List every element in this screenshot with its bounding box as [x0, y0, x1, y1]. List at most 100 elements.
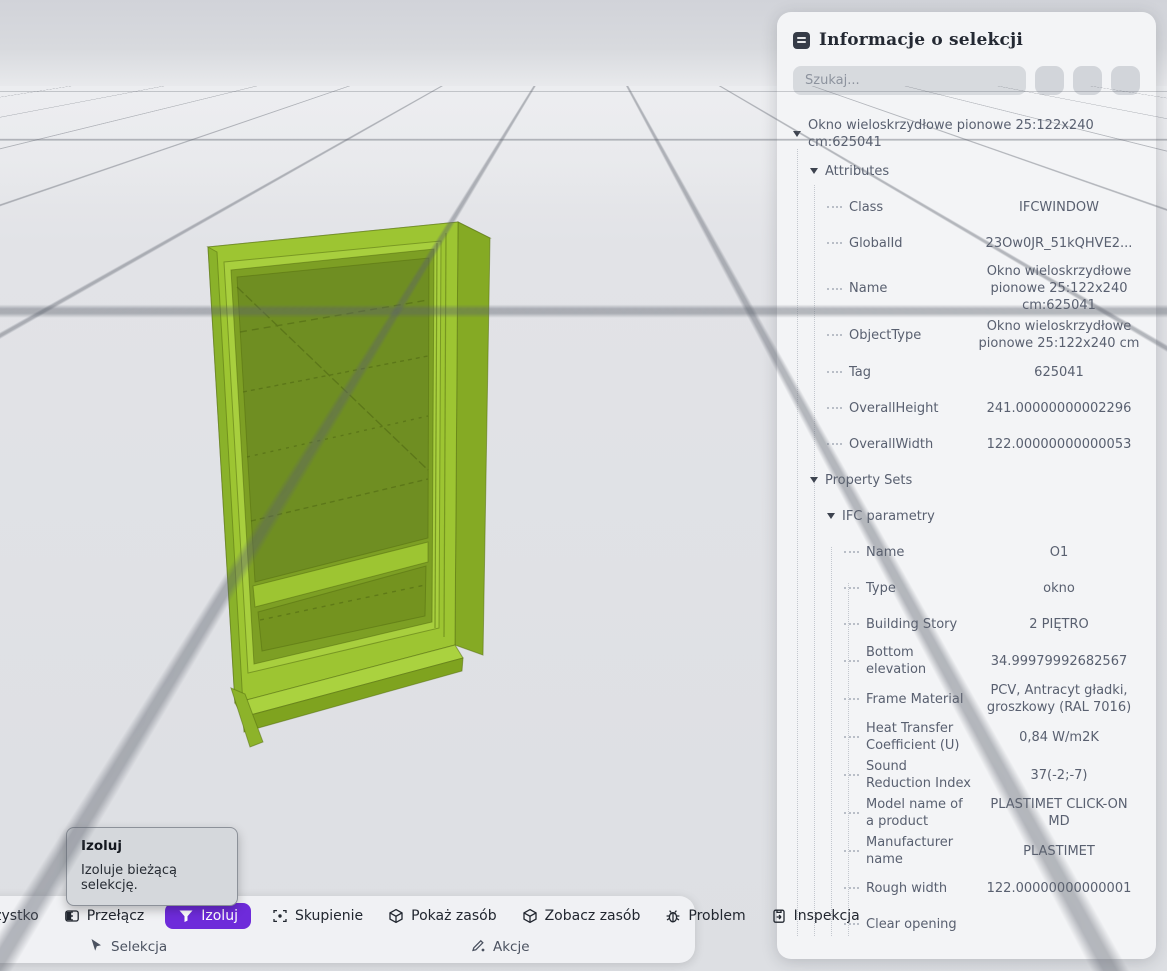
toolbar-button-wszystko[interactable]: Wszystko — [0, 903, 43, 929]
toolbar-button-skupienie[interactable]: Skupienie — [268, 903, 367, 929]
tree-property-row[interactable]: Typeokno — [793, 570, 1140, 606]
tree-row-label-area: Type — [844, 580, 978, 597]
toolbar-button-izoluj[interactable]: Izoluj — [165, 903, 251, 929]
tree-row-label-area: Building Story — [844, 616, 978, 633]
toolbar-button-selekcja[interactable]: Selekcja — [88, 937, 167, 957]
tree-row-label-area: Name — [844, 544, 978, 561]
tree-connector — [844, 698, 859, 700]
toolbar-button-label: Inspekcja — [794, 908, 860, 924]
clipboard-icon — [771, 908, 787, 924]
toolbar-button-inspekcja[interactable]: Inspekcja — [767, 903, 864, 929]
tree-property-row[interactable]: Frame MaterialPCV, Antracyt gładki, gros… — [793, 680, 1140, 718]
panel-action-button-1[interactable] — [1035, 66, 1064, 95]
tree-row-label-area: Clear opening — [844, 916, 978, 933]
tree-connector — [827, 407, 842, 409]
tree-property-row[interactable]: Sound Reduction Index 37(-2;-7) — [793, 756, 1140, 794]
cube-icon — [522, 908, 538, 924]
tree-row-label-area: Property Sets — [810, 472, 1140, 489]
tree-row-label-area: Okno wieloskrzydłowe pionowe 25:122x240 … — [793, 117, 1140, 151]
tree-row-label-area: OverallHeight — [827, 400, 978, 417]
tree-row-label: Property Sets — [825, 472, 912, 489]
toolbar-button-przelacz[interactable]: Przełącz — [60, 903, 149, 929]
tree-row-label: OverallHeight — [849, 400, 938, 417]
tree-property-row[interactable]: OverallWidth 122.00000000000053 — [793, 426, 1140, 462]
panel-action-button-2[interactable] — [1073, 66, 1102, 95]
toolbar-button-label: Przełącz — [87, 908, 145, 924]
tree-row-value: 2 PIĘTRO — [978, 616, 1140, 633]
tree-property-row[interactable]: Bottom elevation34.99979992682567 — [793, 642, 1140, 680]
tree-row-value: O1 — [978, 544, 1140, 561]
selection-info-panel: Informacje o selekcji Okno wieloskrzydło… — [777, 12, 1156, 959]
tree-property-row[interactable]: Tag625041 — [793, 354, 1140, 390]
toolbar-button-label: Akcje — [493, 939, 530, 955]
tree-row-label: IFC parametry — [842, 508, 935, 525]
tree-property-row[interactable]: OverallHeight241.00000000002296 — [793, 390, 1140, 426]
focus-icon — [272, 908, 288, 924]
search-input[interactable] — [793, 66, 1026, 95]
toolbar-button-label: Wszystko — [0, 908, 39, 924]
tree-property-row[interactable]: Manufacturer name PLASTIMET — [793, 832, 1140, 870]
tree-property-row[interactable]: ObjectType Okno wieloskrzydłowe pionowe 2… — [793, 316, 1140, 354]
tree-row-value: 37(-2;-7) — [978, 767, 1140, 784]
tree-property-row[interactable]: Rough width122.00000000000001 — [793, 870, 1140, 906]
chevron-down-icon[interactable] — [793, 131, 801, 137]
chevron-down-icon[interactable] — [810, 477, 818, 483]
tree-row-label: Name — [866, 544, 904, 561]
tree-row-label-area: Rough width — [844, 880, 978, 897]
tree-property-row[interactable]: Model name of a productPLASTIMET CLICK-O… — [793, 794, 1140, 832]
tree-row-label: Clear opening — [866, 916, 957, 933]
tree-row-value: 122.00000000000053 — [978, 436, 1140, 453]
toolbar-button-label: Selekcja — [111, 939, 167, 955]
toolbar-button-label: Pokaż zasób — [411, 908, 496, 924]
chevron-down-icon[interactable] — [827, 513, 835, 519]
tree-row-value: Okno wieloskrzydłowe pionowe 25:122x240 … — [978, 263, 1140, 314]
tree-row-label-area: Sound Reduction Index — [844, 758, 978, 792]
tree-row-value: 0,84 W/m2K — [978, 729, 1140, 746]
tree-row-label: ObjectType — [849, 327, 921, 344]
tree-row-value: 34.99979992682567 — [978, 653, 1140, 670]
tree-branch-row[interactable]: Okno wieloskrzydłowe pionowe 25:122x240 … — [793, 115, 1140, 153]
toolbar-button-problem[interactable]: Problem — [661, 903, 749, 929]
tree-row-label: Sound Reduction Index — [866, 758, 972, 792]
tree-connector — [827, 242, 842, 244]
tree-row-label-area: ObjectType — [827, 327, 978, 344]
tree-property-row[interactable]: NameOkno wieloskrzydłowe pionowe 25:122x… — [793, 261, 1140, 316]
tree-property-row[interactable]: Name O1 — [793, 534, 1140, 570]
tree-row-label: Model name of a product — [866, 796, 972, 830]
tree-row-label: Okno wieloskrzydłowe pionowe 25:122x240 … — [808, 117, 1134, 151]
tree-row-label: OverallWidth — [849, 436, 933, 453]
tree-connector — [844, 887, 859, 889]
tooltip-description: Izoluje bieżącą selekcję. — [81, 863, 223, 893]
tree-connector — [844, 812, 859, 814]
tree-connector — [844, 774, 859, 776]
tree-branch-row[interactable]: IFC parametry — [793, 498, 1140, 534]
chevron-down-icon[interactable] — [810, 168, 818, 174]
toolbar-button-akcje[interactable]: Akcje — [470, 937, 530, 957]
bottom-toolbar: Wszystko Przełącz Izoluj Skupienie Pokaż zas… — [0, 896, 695, 963]
tree-row-label: Tag — [849, 364, 871, 381]
tree-row-value: 122.00000000000001 — [978, 880, 1140, 897]
tree-property-row[interactable]: Heat Transfer Coefficient (U)0,84 W/m2K — [793, 718, 1140, 756]
pen-icon — [470, 937, 486, 957]
toolbar-button-label: Zobacz zasób — [545, 908, 641, 924]
toolbar-button-zobacz-zasob[interactable]: Zobacz zasób — [518, 903, 645, 929]
tree-branch-row[interactable]: Attributes — [793, 153, 1140, 189]
tree-row-value: PLASTIMET CLICK-ON MD — [978, 796, 1140, 830]
panel-action-button-3[interactable] — [1111, 66, 1140, 95]
tree-property-row[interactable]: Building Story2 PIĘTRO — [793, 606, 1140, 642]
tree-row-value: PLASTIMET — [978, 843, 1140, 860]
panel-list-icon — [793, 32, 810, 49]
tree-property-row[interactable]: ClassIFCWINDOW — [793, 189, 1140, 225]
tree-connector — [844, 736, 859, 738]
tree-row-label-area: Name — [827, 280, 978, 297]
tree-row-label-area: Bottom elevation — [844, 644, 978, 678]
toolbar-button-pokaz-zasob[interactable]: Pokaż zasób — [384, 903, 500, 929]
tree-connector — [827, 371, 842, 373]
tree-row-value: Okno wieloskrzydłowe pionowe 25:122x240 … — [978, 318, 1140, 352]
tree-connector — [844, 850, 859, 852]
tree-branch-row[interactable]: Property Sets — [793, 462, 1140, 498]
funnel-icon — [178, 908, 194, 924]
tree-row-label-area: Manufacturer name — [844, 834, 978, 868]
tree-row-label: Manufacturer name — [866, 834, 972, 868]
tree-property-row[interactable]: GlobalId23Ow0JR_51kQHVE2... — [793, 225, 1140, 261]
